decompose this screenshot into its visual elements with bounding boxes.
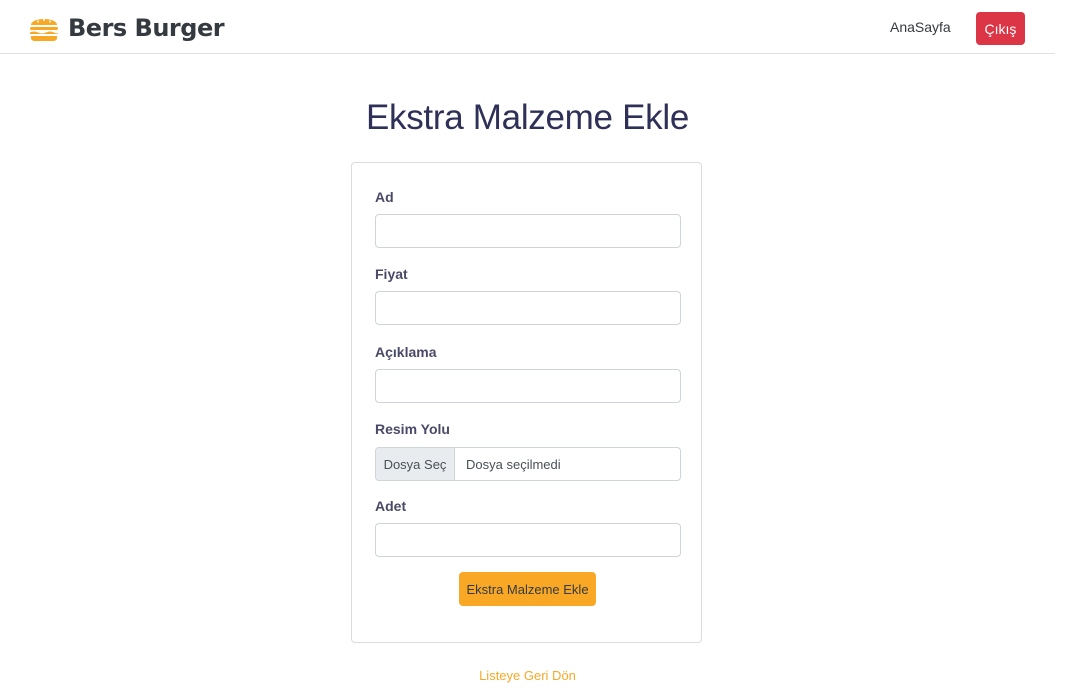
price-label: Fiyat (375, 266, 408, 282)
quantity-field[interactable] (375, 523, 681, 557)
nav-home-link[interactable]: AnaSayfa (890, 19, 951, 35)
image-file-input[interactable]: Dosya Seç Dosya seçilmedi (375, 447, 681, 481)
brand-name: Bers Burger (68, 14, 225, 42)
quantity-label: Adet (375, 498, 407, 514)
navbar: Bers Burger AnaSayfa Çıkış (0, 0, 1055, 54)
brand-link[interactable]: Bers Burger (28, 12, 225, 44)
description-field[interactable] (375, 369, 681, 403)
extra-ingredient-form: Ad Fiyat Açıklama Resim Yolu Dosya Seç D… (351, 162, 702, 643)
back-to-list-link[interactable]: Listeye Geri Dön (479, 668, 576, 683)
choose-file-button[interactable]: Dosya Seç (376, 448, 455, 480)
add-extra-ingredient-button[interactable]: Ekstra Malzeme Ekle (459, 572, 596, 606)
name-label: Ad (375, 189, 394, 205)
name-field[interactable] (375, 214, 681, 248)
back-link-container: Listeye Geri Dön (0, 668, 1055, 683)
burger-icon (30, 19, 58, 41)
file-status-text: Dosya seçilmedi (466, 456, 561, 472)
image-path-label: Resim Yolu (375, 421, 450, 437)
price-field[interactable] (375, 291, 681, 325)
description-label: Açıklama (375, 344, 437, 360)
logout-button[interactable]: Çıkış (976, 12, 1025, 45)
page-title: Ekstra Malzeme Ekle (365, 98, 689, 137)
